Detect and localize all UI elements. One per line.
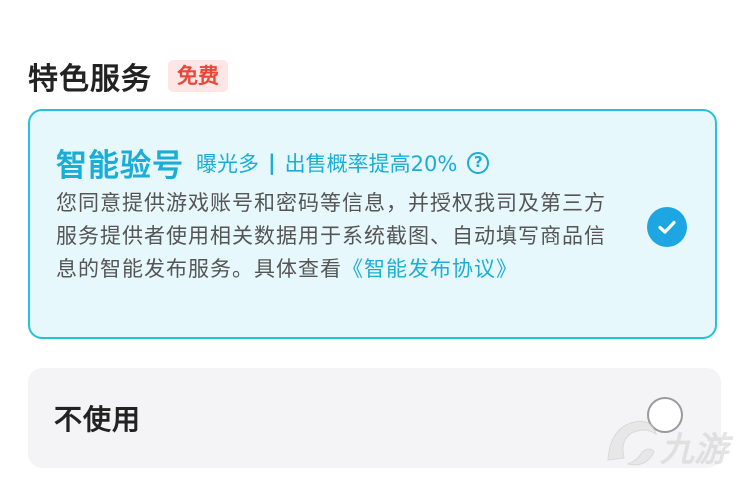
section-title: 特色服务: [28, 62, 152, 97]
question-circle-icon[interactable]: ?: [467, 151, 490, 174]
option-none-label: 不使用: [54, 403, 142, 436]
tag-separator: |: [268, 150, 276, 175]
option-title-row: 智能验号 曝光多 | 出售概率提高20% ?: [56, 140, 490, 185]
option-description: 您同意提供游戏账号和密码等信息，并授权我司及第三方服务提供者使用相关数据用于系统…: [56, 187, 616, 286]
section-header: 特色服务 免费: [28, 54, 228, 98]
option-smart-verify[interactable]: 智能验号 曝光多 | 出售概率提高20% ? 您同意提供游戏账号和密码等信息，并…: [28, 109, 717, 339]
jiuyou-logo-icon: 九游: [600, 408, 740, 478]
tag-exposure: 曝光多: [196, 151, 259, 176]
watermark-text: 九游: [660, 430, 728, 470]
checkmark-icon: [658, 220, 676, 234]
tag-sale-rate: 出售概率提高20%: [284, 151, 458, 176]
option-title: 智能验号: [56, 148, 184, 184]
description-text: 您同意提供游戏账号和密码等信息，并授权我司及第三方服务提供者使用相关数据用于系统…: [56, 191, 606, 281]
free-badge: 免费: [168, 60, 228, 92]
agreement-link[interactable]: 《智能发布协议》: [342, 257, 518, 281]
check-circle-icon[interactable]: [647, 207, 687, 247]
